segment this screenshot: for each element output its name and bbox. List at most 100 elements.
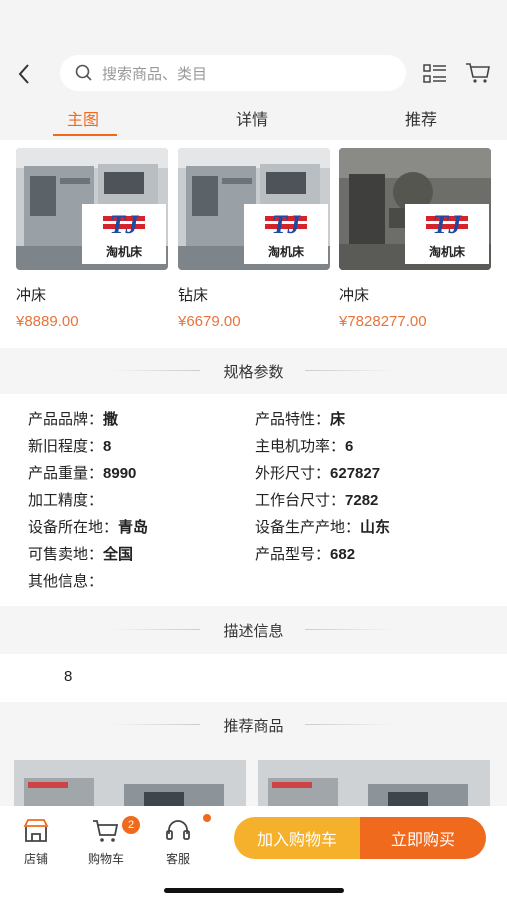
- spec-label: 设备所在地：: [28, 519, 119, 536]
- brand-logo: TJ 淘机床: [405, 204, 489, 264]
- product-carousel: TJ 淘机床 冲床 ¥8889.00 TJ 淘机床 钻床 ¥6679.00 TJ…: [0, 140, 507, 348]
- product-price: ¥7828277.00: [339, 313, 427, 330]
- chevron-left-icon: [18, 64, 29, 84]
- spec-weight: 产品重量：8990: [28, 462, 136, 483]
- service-label: 客服: [165, 852, 190, 866]
- spec-value: 山东: [360, 519, 391, 536]
- spec-brand: 产品品牌：撒: [28, 408, 118, 429]
- product-image[interactable]: TJ 淘机床: [339, 148, 491, 270]
- svg-text:TJ: TJ: [272, 210, 302, 238]
- spec-label: 产品特性：: [255, 411, 331, 428]
- spec-label: 可售卖地：: [28, 546, 104, 563]
- product-price: ¥8889.00: [16, 313, 79, 330]
- store-button[interactable]: 店铺: [10, 818, 62, 867]
- cart-icon: [466, 63, 490, 83]
- spec-value: 627827: [330, 465, 381, 482]
- header-cart-button[interactable]: [465, 61, 491, 85]
- description-title: 描述信息: [211, 619, 296, 641]
- svg-text:TJ: TJ: [110, 210, 140, 238]
- product-name: 冲床: [16, 287, 47, 304]
- description-section-header: 描述信息: [0, 607, 507, 653]
- divider-line: [110, 629, 200, 630]
- spec-origin: 设备生产产地：山东: [255, 516, 390, 537]
- spec-value: 床: [330, 411, 346, 428]
- product-card[interactable]: TJ 淘机床 钻床 ¥6679.00: [178, 148, 330, 330]
- buy-now-button[interactable]: 立即购买: [360, 817, 486, 859]
- category-list-button[interactable]: [422, 62, 448, 86]
- spec-table-size: 工作台尺寸：7282: [255, 489, 378, 510]
- recommend-list: [0, 750, 507, 812]
- spec-dimensions: 外形尺寸：627827: [255, 462, 380, 483]
- brand-logo: TJ 淘机床: [244, 204, 328, 264]
- tab-details[interactable]: 详情: [236, 106, 268, 130]
- tab-main-image[interactable]: 主图: [67, 106, 99, 130]
- service-notification-dot: [203, 814, 211, 822]
- specs-panel: 产品品牌：撒 产品特性：床 新旧程度：8 主电机功率：6 产品重量：8990 外…: [0, 394, 507, 606]
- recommend-title: 推荐商品: [211, 714, 296, 736]
- tab-active-indicator: [53, 134, 117, 136]
- divider-line: [110, 370, 200, 371]
- product-image[interactable]: TJ 淘机床: [178, 148, 330, 270]
- product-card[interactable]: TJ 淘机床 冲床 ¥8889.00: [16, 148, 168, 330]
- service-button[interactable]: 客服: [152, 818, 204, 867]
- tab-recommend[interactable]: 推荐: [405, 106, 437, 130]
- spec-value: 8990: [103, 465, 137, 482]
- spec-value: 青岛: [118, 519, 149, 536]
- specs-title: 规格参数: [211, 360, 296, 382]
- spec-label: 加工精度：: [28, 492, 104, 509]
- product-price: ¥6679.00: [178, 313, 241, 330]
- spec-value: 全国: [103, 546, 134, 563]
- cart-count-badge: 2: [122, 816, 140, 834]
- product-name: 冲床: [339, 287, 370, 304]
- headset-icon: [164, 818, 192, 844]
- spec-label: 产品品牌：: [28, 411, 104, 428]
- header: 搜索商品、类目 主图 详情 推荐: [0, 0, 507, 140]
- brand-logo-text: 淘机床: [105, 245, 142, 259]
- add-to-cart-button[interactable]: 加入购物车: [234, 817, 360, 859]
- product-card[interactable]: TJ 淘机床 冲床 ¥7828277.00: [339, 148, 491, 330]
- cart-icon: [92, 818, 120, 844]
- spec-value: 7282: [345, 492, 379, 509]
- spec-label: 其他信息：: [28, 573, 104, 590]
- divider-line: [110, 724, 200, 725]
- spec-sale-region: 可售卖地：全国: [28, 543, 133, 564]
- spec-label: 工作台尺寸：: [255, 492, 346, 509]
- tab-bar: 主图 详情 推荐: [0, 100, 507, 140]
- brand-logo-text: 淘机床: [267, 245, 304, 259]
- spec-value: 撒: [103, 411, 119, 428]
- search-placeholder: 搜索商品、类目: [102, 65, 208, 83]
- store-icon: [22, 818, 50, 844]
- specs-section-header: 规格参数: [0, 348, 507, 394]
- recommend-product-image[interactable]: [258, 760, 490, 812]
- spec-value: 6: [345, 438, 354, 455]
- spec-condition: 新旧程度：8: [28, 435, 111, 456]
- spec-motor-power: 主电机功率：6: [255, 435, 353, 456]
- divider-line: [305, 629, 395, 630]
- cart-label: 购物车: [87, 852, 124, 866]
- spec-label: 产品型号：: [255, 546, 331, 563]
- brand-logo: TJ 淘机床: [82, 204, 166, 264]
- spec-label: 主电机功率：: [255, 438, 346, 455]
- description-panel: 8: [0, 654, 507, 702]
- description-text: 8: [64, 668, 73, 685]
- spec-value: 8: [103, 438, 112, 455]
- divider-line: [305, 724, 395, 725]
- spec-other-info: 其他信息：: [28, 570, 103, 591]
- divider-line: [305, 370, 395, 371]
- spec-model: 产品型号：682: [255, 543, 355, 564]
- spec-precision: 加工精度：: [28, 489, 103, 510]
- store-label: 店铺: [23, 852, 48, 866]
- product-image[interactable]: TJ 淘机床: [16, 148, 168, 270]
- spec-label: 设备生产产地：: [255, 519, 361, 536]
- spec-feature: 产品特性：床: [255, 408, 345, 429]
- spec-label: 外形尺寸：: [255, 465, 331, 482]
- back-button[interactable]: [12, 60, 36, 88]
- product-name: 钻床: [178, 287, 209, 304]
- search-bar[interactable]: 搜索商品、类目: [60, 55, 406, 91]
- spec-label: 新旧程度：: [28, 438, 104, 455]
- bottom-action-bar: 店铺 购物车 2 客服 加入购物车 立即购买: [0, 806, 507, 900]
- spec-location: 设备所在地：青岛: [28, 516, 148, 537]
- spec-value: 682: [330, 546, 356, 563]
- svg-text:TJ: TJ: [433, 210, 463, 238]
- recommend-product-image[interactable]: [14, 760, 246, 812]
